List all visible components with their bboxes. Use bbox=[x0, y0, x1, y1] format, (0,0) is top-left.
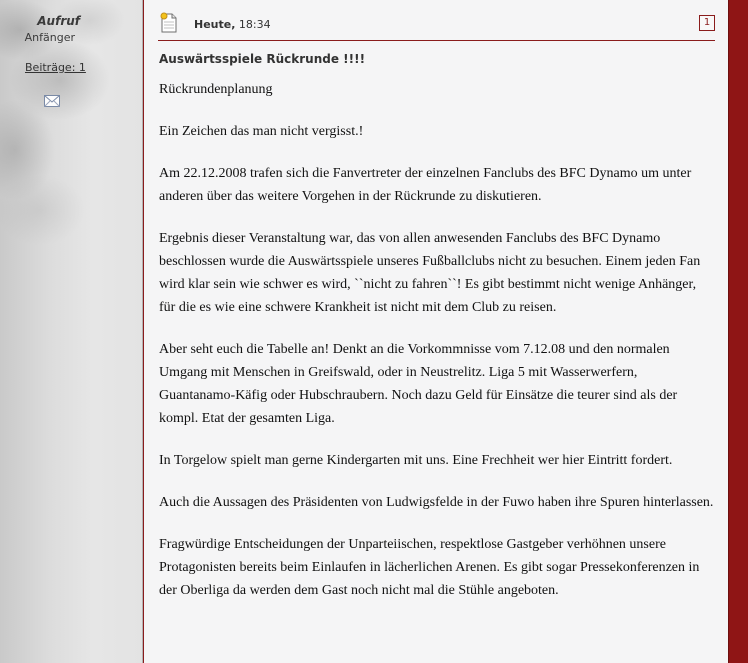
post-paragraph: Aber seht euch die Tabelle an! Denkt an … bbox=[159, 342, 678, 426]
user-panel: Aufruf Anfänger Beiträge: 1 bbox=[0, 0, 143, 663]
post-count-link[interactable]: Beiträge: 1 bbox=[25, 61, 86, 74]
page-border bbox=[728, 0, 748, 663]
post-date: Heute, 18:34 bbox=[194, 18, 271, 31]
post-paragraph: Fragwürdige Entscheidungen der Unparteii… bbox=[159, 537, 700, 598]
post-paragraph: Rückrundenplanung bbox=[159, 82, 273, 97]
username[interactable]: Aufruf bbox=[0, 14, 80, 28]
post-paragraph: In Torgelow spielt man gerne Kindergarte… bbox=[159, 453, 673, 468]
post-time: 18:34 bbox=[238, 18, 271, 31]
post-paragraph: Auch die Aussagen des Präsidenten von Lu… bbox=[159, 495, 714, 510]
post-number-link[interactable]: 1 bbox=[699, 15, 715, 31]
post-container: Heute, 18:34 1 Auswärtsspiele Rückrunde … bbox=[143, 0, 729, 663]
post-paragraph: Ergebnis dieser Veranstaltung war, das v… bbox=[159, 231, 701, 315]
post-paragraph: Ein Zeichen das man nicht vergisst.! bbox=[159, 124, 364, 139]
post-header: Heute, 18:34 1 bbox=[158, 8, 715, 41]
envelope-icon[interactable] bbox=[44, 95, 60, 107]
post-date-label: Heute, bbox=[194, 18, 236, 31]
post-paragraph: Am 22.12.2008 trafen sich die Fanvertret… bbox=[159, 166, 692, 204]
post-title: Auswärtsspiele Rückrunde !!!! bbox=[159, 52, 366, 66]
post-body: Rückrundenplanung Ein Zeichen das man ni… bbox=[159, 78, 714, 621]
user-rank: Anfänger bbox=[24, 31, 75, 44]
document-icon bbox=[160, 12, 177, 33]
